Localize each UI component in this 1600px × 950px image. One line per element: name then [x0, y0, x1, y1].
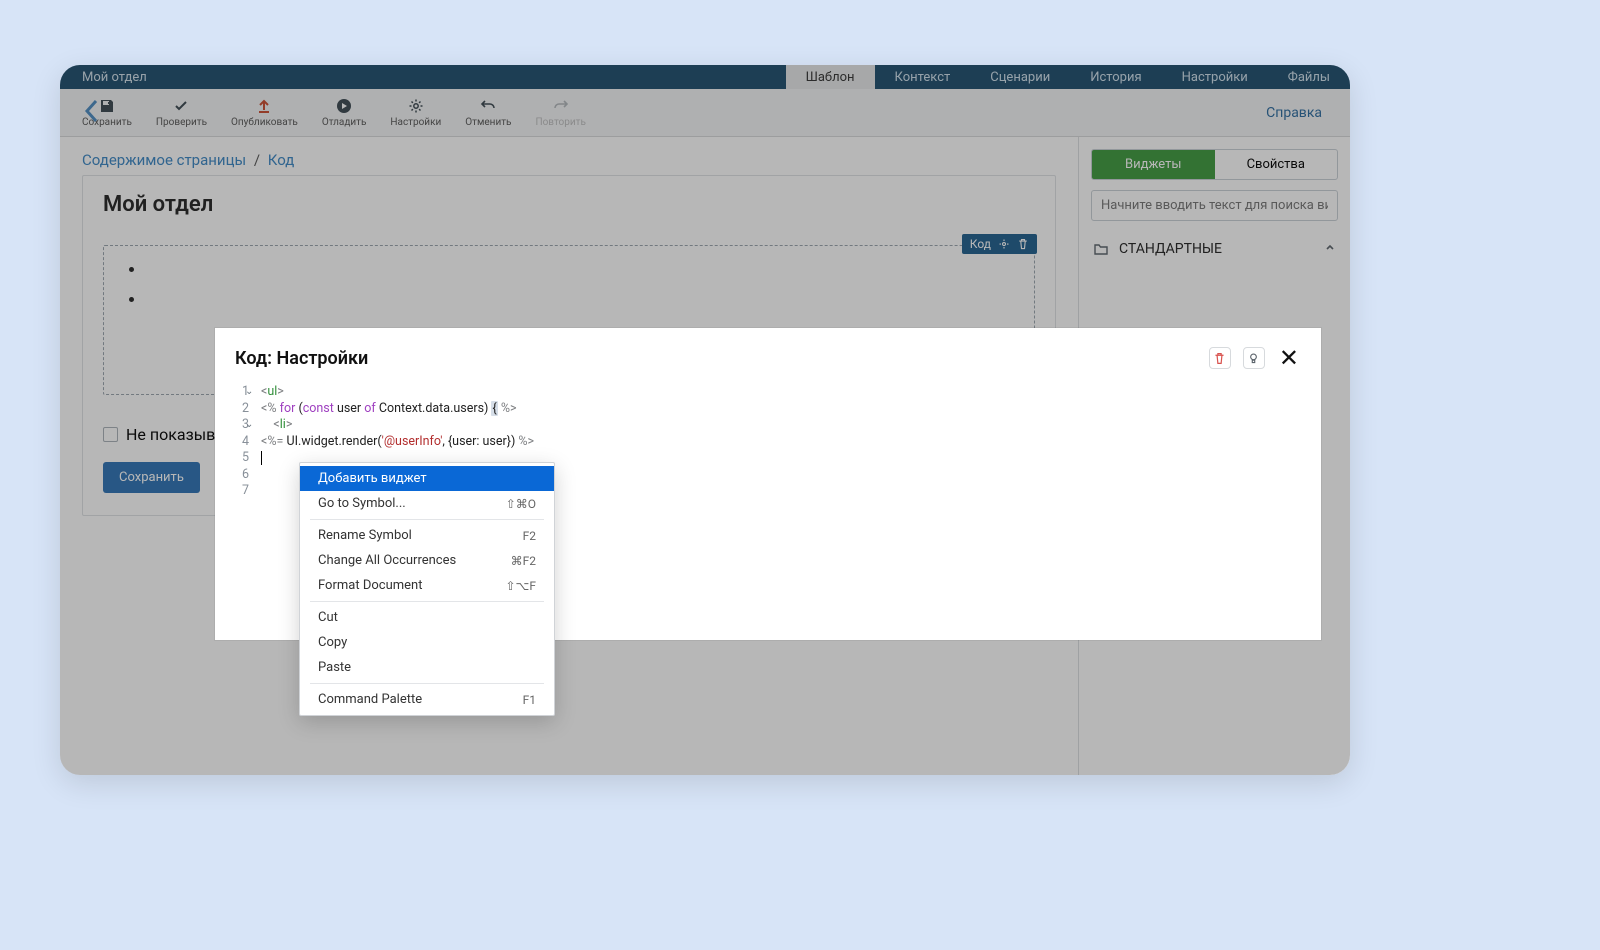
ctx-goto-symbol[interactable]: Go to Symbol...⇧⌘O	[300, 491, 554, 516]
ctx-paste[interactable]: Paste	[300, 655, 554, 680]
ctx-add-widget[interactable]: Добавить виджет	[300, 466, 554, 491]
ctx-separator	[310, 683, 544, 684]
modal-delete-button[interactable]	[1209, 347, 1231, 369]
modal-close-button[interactable]: ✕	[1277, 344, 1301, 372]
ctx-separator	[310, 601, 544, 602]
modal-title: Код: Настройки	[235, 348, 368, 369]
ctx-command-palette[interactable]: Command PaletteF1	[300, 687, 554, 712]
modal-hint-button[interactable]	[1243, 347, 1265, 369]
ctx-separator	[310, 519, 544, 520]
ctx-change-all[interactable]: Change All Occurrences⌘F2	[300, 548, 554, 573]
code-line-3[interactable]: <li>	[261, 417, 1321, 434]
code-line-2[interactable]: <% for (const user of Context.data.users…	[261, 401, 1321, 418]
code-line-4[interactable]: <%= UI.widget.render('@userInfo', {user:…	[261, 434, 1321, 451]
code-line-1[interactable]: <ul>	[261, 384, 1321, 401]
ctx-cut[interactable]: Cut	[300, 605, 554, 630]
ctx-rename[interactable]: Rename SymbolF2	[300, 523, 554, 548]
ctx-copy[interactable]: Copy	[300, 630, 554, 655]
context-menu: Добавить виджет Go to Symbol...⇧⌘O Renam…	[299, 462, 555, 716]
ctx-format[interactable]: Format Document⇧⌥F	[300, 573, 554, 598]
